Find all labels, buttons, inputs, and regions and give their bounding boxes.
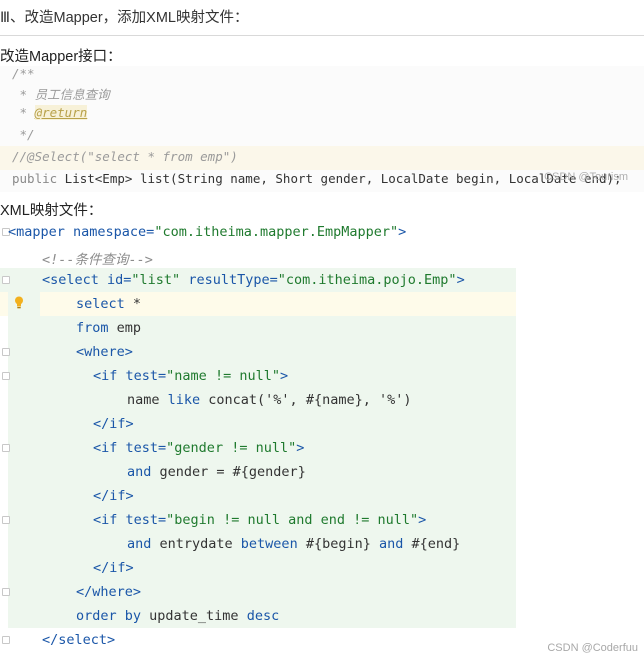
fold-marker[interactable] xyxy=(2,516,10,524)
xml-tag: <if xyxy=(93,368,118,384)
code-line: <if test="begin != null and end != null"… xyxy=(93,512,426,528)
sql-text: concat('%', #{name}, '%') xyxy=(200,392,412,408)
code-line: <if test="name != null"> xyxy=(93,368,288,384)
xml-attr: resultType= xyxy=(180,272,278,288)
xml-tag: > xyxy=(279,368,289,384)
xml-value: "com.itheima.mapper.EmpMapper" xyxy=(154,224,399,240)
sql-text: * xyxy=(124,296,142,312)
xml-value: "begin != null and end != null" xyxy=(166,512,419,528)
javadoc-tag: @return xyxy=(34,105,88,120)
xml-value: "name != null" xyxy=(166,368,280,384)
code-line: public List<Emp> list(String name, Short… xyxy=(12,171,622,186)
xml-tag: </select> xyxy=(42,632,116,648)
code-line: select * xyxy=(76,296,141,312)
xml-code-block: <mapper namespace="com.itheima.mapper.Em… xyxy=(0,220,516,660)
sql-keyword: and xyxy=(127,536,152,552)
code-line: and entrydate between #{begin} and #{end… xyxy=(127,536,460,552)
sql-text: emp xyxy=(108,320,142,336)
xml-attr: test= xyxy=(117,512,167,528)
xml-value: "gender != null" xyxy=(166,440,297,456)
sql-text: gender = #{gender} xyxy=(151,464,306,480)
xml-tag: <if xyxy=(93,512,118,528)
xml-tag: </if> xyxy=(93,488,134,504)
method-signature: List<Emp> list(String name, Short gender… xyxy=(57,171,622,186)
sql-keyword: between xyxy=(240,536,298,552)
gutter-highlight xyxy=(8,292,40,628)
xml-label: XML映射文件： xyxy=(0,203,103,219)
xml-tag: <if xyxy=(93,440,118,456)
xml-attr: namespace= xyxy=(64,224,155,240)
xml-tag: > xyxy=(418,512,427,528)
watermark: CSDN @Tourism xyxy=(544,171,628,183)
sql-text: entrydate xyxy=(151,536,241,552)
code-line: from emp xyxy=(76,320,141,336)
xml-tag: </if> xyxy=(93,560,134,576)
keyword: public xyxy=(12,171,58,186)
xml-tag: > xyxy=(398,224,407,240)
sql-keyword: order by xyxy=(76,608,142,624)
xml-value: "list" xyxy=(131,272,181,288)
xml-attr: id= xyxy=(98,272,132,288)
lightbulb-icon[interactable] xyxy=(14,296,24,309)
xml-tag: > xyxy=(456,272,465,288)
sql-keyword: and xyxy=(127,464,152,480)
code-line: <mapper namespace="com.itheima.mapper.Em… xyxy=(8,224,406,240)
sql-keyword: and xyxy=(378,536,404,552)
xml-tag: <mapper xyxy=(8,224,65,240)
sql-keyword: from xyxy=(76,320,109,336)
xml-attr: test= xyxy=(117,368,167,384)
xml-value: "com.itheima.pojo.Emp" xyxy=(277,272,457,288)
code-line: */ xyxy=(12,127,35,142)
code-line: and gender = #{gender} xyxy=(127,464,306,480)
xml-tag: <select xyxy=(42,272,99,288)
fold-marker[interactable] xyxy=(2,588,10,596)
fold-marker[interactable] xyxy=(2,372,10,380)
code-line: name like concat('%', #{name}, '%') xyxy=(127,392,411,408)
sql-keyword: select xyxy=(76,296,125,312)
code-line: <if test="gender != null"> xyxy=(93,440,304,456)
xml-attr: test= xyxy=(117,440,167,456)
code-token: * xyxy=(12,105,35,120)
xml-tag: </where> xyxy=(76,584,142,600)
code-line: <select id="list" resultType="com.itheim… xyxy=(42,272,465,288)
fold-marker[interactable] xyxy=(2,444,10,452)
section-heading: Ⅲ、改造Mapper，添加XML映射文件： xyxy=(0,10,249,26)
fold-marker[interactable] xyxy=(2,276,10,284)
fold-marker[interactable] xyxy=(2,348,10,356)
sql-keyword: like xyxy=(167,392,201,408)
commented-annotation: //@Select("select * from emp") xyxy=(12,149,238,164)
watermark: CSDN @Coderfuu xyxy=(547,642,638,654)
code-line: * @return xyxy=(12,105,88,120)
xml-tag: <where> xyxy=(76,344,133,360)
sql-keyword: desc xyxy=(246,608,280,624)
code-line: order by update_time desc xyxy=(76,608,279,624)
sql-text: update_time xyxy=(141,608,247,624)
mapper-label: 改造Mapper接口： xyxy=(0,49,122,65)
xml-tag: </if> xyxy=(93,416,134,432)
xml-comment: <!--条件查询--> xyxy=(42,252,153,268)
xml-tag: > xyxy=(296,440,305,456)
sql-text: #{end} xyxy=(403,536,461,552)
sql-text: #{begin} xyxy=(297,536,379,552)
code-line: /** xyxy=(12,66,35,81)
divider xyxy=(0,35,644,36)
fold-marker[interactable] xyxy=(2,636,10,644)
sql-text: name xyxy=(127,392,168,408)
code-line: * 员工信息查询 xyxy=(12,87,110,102)
